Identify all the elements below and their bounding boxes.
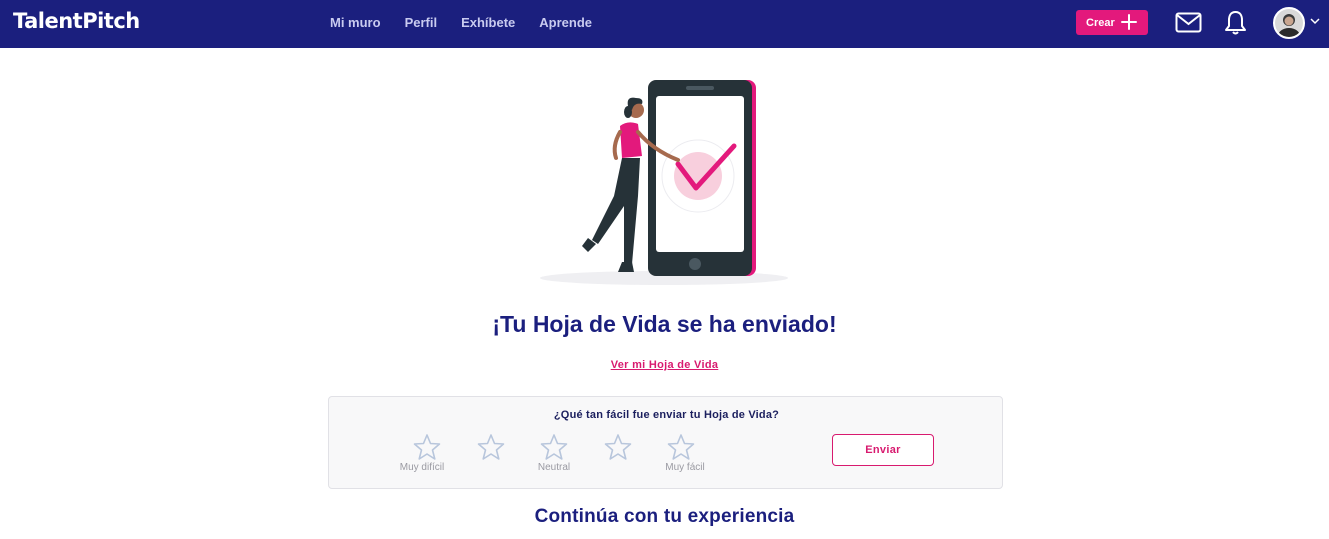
view-cv-link[interactable]: Ver mi Hoja de Vida xyxy=(611,359,719,371)
talentpitch-logo[interactable]: TalentPitch xyxy=(13,9,140,33)
nav-mi-muro[interactable]: Mi muro xyxy=(330,15,381,30)
create-button[interactable]: Crear xyxy=(1076,10,1148,35)
star-icon[interactable] xyxy=(604,433,632,461)
rating-label-max: Muy fácil xyxy=(665,462,705,473)
star-icon[interactable] xyxy=(540,433,568,461)
success-illustration xyxy=(540,80,788,285)
user-photo xyxy=(1275,9,1303,37)
plus-icon xyxy=(1121,14,1137,30)
mail-icon[interactable] xyxy=(1175,12,1202,33)
rating-card: ¿Qué tan fácil fue enviar tu Hoja de Vid… xyxy=(328,396,1003,489)
create-button-label: Crear xyxy=(1086,16,1115,29)
star-icon[interactable] xyxy=(477,433,505,461)
nav-exhibete[interactable]: Exhíbete xyxy=(461,15,515,30)
top-navbar: TalentPitch Mi muro Perfil Exhíbete Apre… xyxy=(0,0,1329,48)
star-icon[interactable] xyxy=(413,433,441,461)
continue-heading: Continúa con tu experiencia xyxy=(534,506,795,527)
rating-label-mid: Neutral xyxy=(537,462,571,473)
rating-label-min: Muy difícil xyxy=(399,462,445,473)
bell-icon[interactable] xyxy=(1224,10,1247,36)
main-nav: Mi muro Perfil Exhíbete Aprende xyxy=(330,15,616,30)
submit-rating-button[interactable]: Enviar xyxy=(832,434,934,466)
user-avatar[interactable] xyxy=(1273,7,1305,39)
chevron-down-icon[interactable] xyxy=(1310,17,1320,25)
cv-link-wrap: Ver mi Hoja de Vida xyxy=(0,355,1329,373)
nav-aprende[interactable]: Aprende xyxy=(539,15,592,30)
nav-perfil[interactable]: Perfil xyxy=(405,15,438,30)
page-title: ¡Tu Hoja de Vida se ha enviado! xyxy=(492,311,837,337)
star-icon[interactable] xyxy=(667,433,695,461)
rating-question: ¿Qué tan fácil fue enviar tu Hoja de Vid… xyxy=(553,409,780,421)
